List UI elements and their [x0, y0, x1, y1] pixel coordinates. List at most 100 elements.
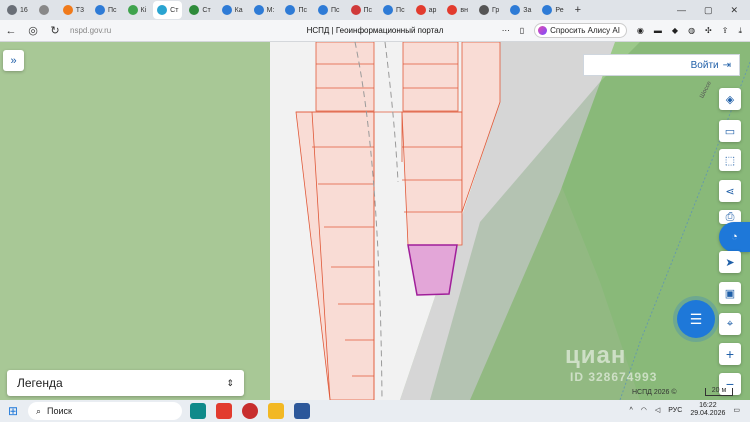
- browser-tab[interactable]: Пс: [347, 1, 377, 19]
- wifi-icon[interactable]: ◠: [641, 406, 647, 414]
- tab-favicon-icon: [510, 5, 521, 15]
- tab-label: Ст: [170, 6, 179, 14]
- share-icon: ⋖: [725, 185, 735, 198]
- area-select-icon: ⬚: [724, 154, 736, 167]
- browser-tab[interactable]: Кі: [124, 1, 151, 19]
- address-bar-tools: ⋯ ▯ Спросить Алису AI ◉ ▬ ◆ ◍ ✣ ⇪ ⤓: [502, 23, 742, 38]
- tab-label: ар: [428, 6, 437, 14]
- browser-tab[interactable]: Ст: [185, 1, 214, 19]
- notification-icon[interactable]: ▭: [733, 406, 740, 414]
- tab-label: Т3: [75, 6, 84, 14]
- reload-icon[interactable]: ↻: [44, 24, 66, 37]
- select-area-button[interactable]: ⬚: [719, 149, 741, 171]
- expand-panel-button[interactable]: »: [3, 50, 24, 71]
- menu-lines-icon: ☰: [689, 310, 703, 327]
- measure-button[interactable]: ▭: [719, 120, 741, 142]
- assistant-tab-button[interactable]: ◔: [719, 222, 750, 252]
- navigation-arrow-icon: ➤: [725, 256, 735, 269]
- browser-tab[interactable]: вн: [443, 1, 472, 19]
- browser-tab[interactable]: 16: [3, 1, 32, 19]
- close-icon[interactable]: ✕: [730, 5, 738, 16]
- tab-label: М:: [266, 6, 275, 14]
- tab-label: Ка: [234, 6, 243, 14]
- login-icon: ⇥: [722, 59, 731, 71]
- browser-tab[interactable]: Пс: [281, 1, 311, 19]
- browser-tab[interactable]: Ст: [153, 1, 183, 19]
- browser-tab[interactable]: [35, 1, 56, 19]
- site-info-icon[interactable]: ◎: [22, 24, 44, 37]
- url-text[interactable]: nspd.gov.ru: [70, 26, 111, 35]
- edge-icon[interactable]: [190, 403, 206, 419]
- maximize-icon[interactable]: ▢: [704, 5, 713, 16]
- tab-favicon-icon: [62, 5, 73, 15]
- alice-button[interactable]: Спросить Алису AI: [534, 23, 627, 38]
- extension-icon[interactable]: ▬: [654, 26, 662, 35]
- back-arrow-icon[interactable]: ←: [0, 25, 22, 37]
- browser-tab[interactable]: Т3: [59, 1, 88, 19]
- layers-button[interactable]: ◈: [719, 88, 741, 110]
- parcel[interactable]: [401, 111, 463, 246]
- map-canvas[interactable]: Шоссе » Войти ⇥ ◈ ▭ ⬚ ⋖ ⎙ ◔ ➤ ▣ ⌖ + − ☰ …: [0, 42, 750, 400]
- minimap-button[interactable]: ▣: [719, 282, 741, 304]
- bookmark-icon[interactable]: ▯: [520, 26, 524, 35]
- tray-chevron-icon[interactable]: ^: [630, 407, 633, 414]
- login-button[interactable]: Войти ⇥: [583, 54, 740, 76]
- parcel[interactable]: [402, 42, 459, 112]
- browser-tab[interactable]: Пс: [91, 1, 121, 19]
- search-coords-button[interactable]: ⌖: [719, 313, 741, 335]
- clock[interactable]: 16:22 29.04.2026: [690, 402, 725, 418]
- selected-parcel[interactable]: [407, 244, 458, 296]
- tab-favicon-icon: [38, 5, 49, 15]
- search-icon: ⌕: [36, 405, 42, 416]
- yandex-icon[interactable]: [216, 403, 232, 419]
- tab-label: вн: [460, 6, 468, 14]
- chevron-right-double-icon: »: [10, 54, 17, 67]
- extension-icon[interactable]: ◉: [637, 26, 644, 35]
- yandex-browser-icon[interactable]: [242, 403, 258, 419]
- chat-bubble-icon: ◔: [731, 231, 738, 243]
- tab-favicon-icon: [478, 5, 489, 15]
- watermark: циан: [565, 342, 627, 369]
- tab-favicon-icon: [7, 5, 17, 15]
- clock-date: 29.04.2026: [690, 410, 726, 417]
- word-icon[interactable]: [294, 403, 310, 419]
- tab-favicon-icon: [94, 5, 105, 15]
- parcel[interactable]: [315, 42, 375, 112]
- taskbar-search[interactable]: ⌕ Поиск: [28, 402, 182, 420]
- search-pin-icon: ⌖: [726, 317, 734, 330]
- browser-tab[interactable]: Пс: [379, 1, 409, 19]
- plus-icon: +: [725, 346, 735, 362]
- browser-tab[interactable]: М:: [250, 1, 279, 19]
- share-icon[interactable]: ⇪: [722, 26, 729, 35]
- volume-icon[interactable]: ◁: [655, 406, 660, 414]
- tab-favicon-icon: [317, 5, 328, 15]
- alice-label: Спросить Алису AI: [550, 26, 620, 35]
- windows-start-icon[interactable]: ⊞: [8, 404, 18, 418]
- zoom-in-button[interactable]: +: [719, 343, 741, 365]
- new-tab-button[interactable]: +: [571, 1, 585, 19]
- more-icon[interactable]: ⋯: [502, 26, 510, 35]
- extension-icon[interactable]: ◆: [672, 26, 678, 35]
- minimize-icon[interactable]: —: [677, 5, 686, 15]
- browser-tab[interactable]: Ка: [218, 1, 247, 19]
- browser-tab[interactable]: Гр: [475, 1, 503, 19]
- tab-label: Ре: [555, 6, 564, 14]
- legend-dropdown[interactable]: Легенда ⇕: [7, 370, 244, 396]
- tab-favicon-icon: [221, 5, 232, 15]
- legend-label: Легенда: [17, 376, 63, 390]
- share-map-button[interactable]: ⋖: [719, 180, 741, 202]
- tab-favicon-icon: [127, 5, 138, 15]
- tab-label: Пс: [107, 6, 117, 14]
- browser-tab[interactable]: ар: [412, 1, 441, 19]
- puzzle-icon[interactable]: ✣: [705, 26, 712, 35]
- locate-button[interactable]: ➤: [719, 251, 741, 273]
- download-icon[interactable]: ⤓: [738, 26, 742, 36]
- file-explorer-icon[interactable]: [268, 403, 284, 419]
- extension-icon[interactable]: ◍: [688, 26, 695, 35]
- browser-tab[interactable]: За: [506, 1, 535, 19]
- tab-label: Пс: [330, 6, 340, 14]
- language-indicator[interactable]: РУС: [668, 407, 682, 414]
- chat-button[interactable]: ☰: [677, 300, 715, 338]
- browser-tab[interactable]: Пс: [314, 1, 344, 19]
- browser-tab[interactable]: Ре: [538, 1, 567, 19]
